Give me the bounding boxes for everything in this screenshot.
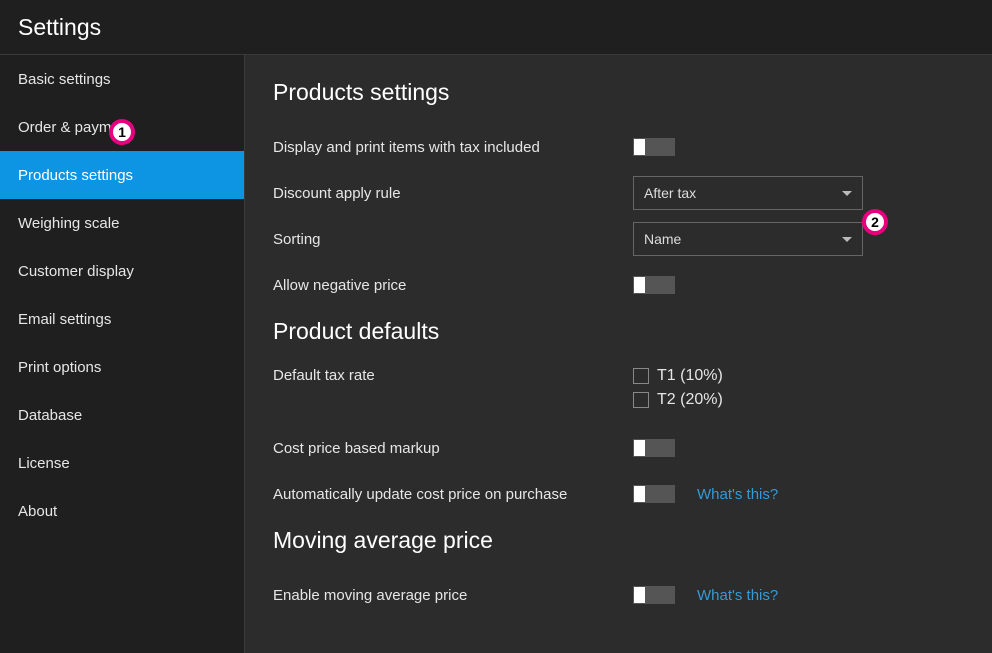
sidebar-item-label: Basic settings <box>18 71 111 88</box>
sidebar-item-customer-display[interactable]: Customer display <box>0 247 244 295</box>
markup-label: Cost price based markup <box>273 440 633 457</box>
tax2-label: T2 (20%) <box>657 391 723 409</box>
auto-update-label: Automatically update cost price on purch… <box>273 486 633 503</box>
default-tax-label: Default tax rate <box>273 367 633 384</box>
sidebar-item-label: Email settings <box>18 311 111 328</box>
whats-this-link-auto-update[interactable]: What's this? <box>697 486 778 503</box>
allow-negative-label: Allow negative price <box>273 277 633 294</box>
display-tax-label: Display and print items with tax include… <box>273 139 633 156</box>
sidebar-item-label: Database <box>18 407 82 424</box>
tax1-checkbox[interactable] <box>633 368 649 384</box>
toggle-knob <box>634 277 645 293</box>
sidebar-item-email-settings[interactable]: Email settings <box>0 295 244 343</box>
sidebar-item-print-options[interactable]: Print options <box>0 343 244 391</box>
whats-this-link-moving[interactable]: What's this? <box>697 587 778 604</box>
sidebar-item-database[interactable]: Database <box>0 391 244 439</box>
sidebar-item-label: License <box>18 455 70 472</box>
discount-rule-label: Discount apply rule <box>273 185 633 202</box>
enable-moving-label: Enable moving average price <box>273 587 633 604</box>
sidebar-item-label: Weighing scale <box>18 215 119 232</box>
toggle-knob <box>634 587 645 603</box>
callout-number: 2 <box>871 214 879 230</box>
dropdown-value: After tax <box>644 185 696 201</box>
sidebar-item-label: Products settings <box>18 167 133 184</box>
toggle-knob <box>634 139 645 155</box>
sidebar-item-weighing-scale[interactable]: Weighing scale <box>0 199 244 247</box>
enable-moving-toggle[interactable] <box>633 586 675 604</box>
toggle-knob <box>634 486 645 502</box>
section-title-products: Products settings <box>273 79 964 106</box>
sorting-dropdown[interactable]: Name <box>633 222 863 256</box>
content-panel: Products settings Display and print item… <box>245 55 992 653</box>
sidebar-item-label: About <box>18 503 57 520</box>
callout-marker-2: 2 <box>862 209 888 235</box>
chevron-down-icon <box>842 237 852 242</box>
discount-rule-dropdown[interactable]: After tax <box>633 176 863 210</box>
dropdown-value: Name <box>644 231 681 247</box>
sidebar-item-label: Print options <box>18 359 101 376</box>
sidebar-item-basic-settings[interactable]: Basic settings <box>0 55 244 103</box>
tax1-label: T1 (10%) <box>657 367 723 385</box>
page-title: Settings <box>18 14 101 41</box>
sidebar-item-products-settings[interactable]: Products settings <box>0 151 244 199</box>
display-tax-toggle[interactable] <box>633 138 675 156</box>
allow-negative-toggle[interactable] <box>633 276 675 294</box>
auto-update-toggle[interactable] <box>633 485 675 503</box>
sidebar-item-about[interactable]: About <box>0 487 244 535</box>
callout-number: 1 <box>118 124 126 140</box>
section-title-moving: Moving average price <box>273 527 964 554</box>
section-title-defaults: Product defaults <box>273 318 964 345</box>
sorting-label: Sorting <box>273 231 633 248</box>
toggle-knob <box>634 440 645 456</box>
callout-marker-1: 1 <box>109 119 135 145</box>
tax2-checkbox[interactable] <box>633 392 649 408</box>
sidebar-item-label: Customer display <box>18 263 134 280</box>
chevron-down-icon <box>842 191 852 196</box>
markup-toggle[interactable] <box>633 439 675 457</box>
sidebar-item-license[interactable]: License <box>0 439 244 487</box>
